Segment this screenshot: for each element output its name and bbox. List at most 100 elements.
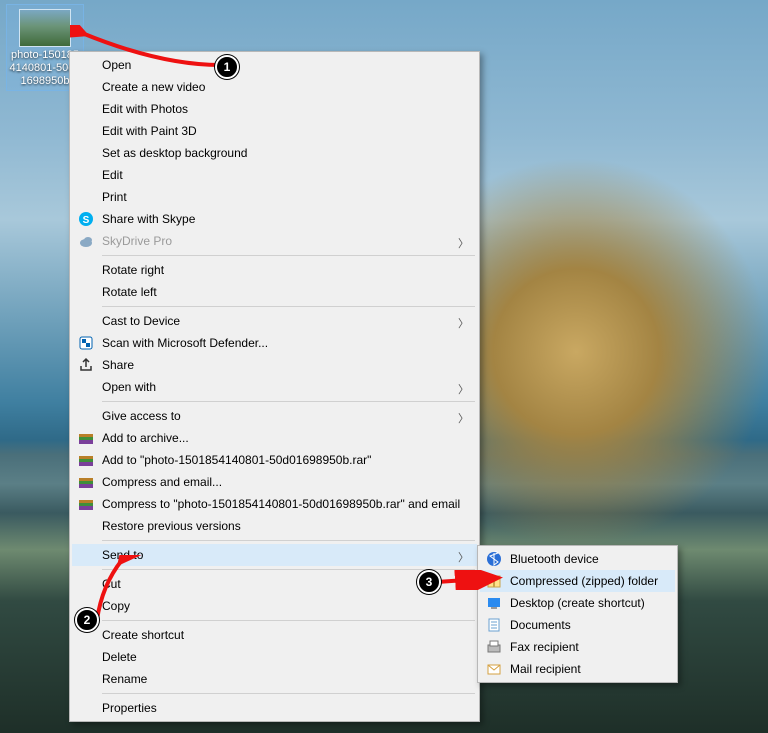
menu-cast-to-device[interactable]: Cast to Device〉 [72,310,477,332]
menu-label: Open with [102,380,455,394]
menu-label: Create shortcut [102,628,455,642]
mail-icon [486,661,502,677]
menu-separator [102,540,475,541]
defender-shield-icon [78,335,94,351]
menu-share-with-skype[interactable]: S Share with Skype [72,208,477,230]
menu-label: Create a new video [102,80,455,94]
file-thumbnail [19,9,71,47]
menu-label: Delete [102,650,455,664]
menu-label: Set as desktop background [102,146,455,160]
menu-separator [102,620,475,621]
menu-share[interactable]: Share [72,354,477,376]
sendto-bluetooth[interactable]: Bluetooth device [480,548,675,570]
menu-label: Give access to [102,409,455,423]
menu-create-shortcut[interactable]: Create shortcut [72,624,477,646]
chevron-right-icon: 〉 [458,410,469,426]
menu-label: Print [102,190,455,204]
menu-edit-with-photos[interactable]: Edit with Photos [72,98,477,120]
fax-icon [486,639,502,655]
menu-label: Edit with Paint 3D [102,124,455,138]
sendto-mail-recipient[interactable]: Mail recipient [480,658,675,680]
callout-badge-3: 3 [417,570,441,594]
menu-label: Share with Skype [102,212,455,226]
menu-label: Copy [102,599,455,613]
menu-label: Rotate left [102,285,455,299]
chevron-right-icon: 〉 [458,381,469,397]
sendto-documents[interactable]: Documents [480,614,675,636]
callout-badge-1: 1 [215,55,239,79]
menu-label: Add to archive... [102,431,455,445]
skype-icon: S [78,211,94,227]
menu-label: Send to [102,548,455,562]
menu-label: Properties [102,701,455,715]
svg-text:S: S [83,215,90,226]
send-to-submenu: Bluetooth device Compressed (zipped) fol… [477,545,678,683]
menu-label: Edit with Photos [102,102,455,116]
menu-separator [102,693,475,694]
menu-label: Compress and email... [102,475,455,489]
menu-set-desktop-background[interactable]: Set as desktop background [72,142,477,164]
menu-label: Restore previous versions [102,519,455,533]
menu-label: Edit [102,168,455,182]
menu-open-with[interactable]: Open with〉 [72,376,477,398]
menu-properties[interactable]: Properties [72,697,477,719]
menu-label: Mail recipient [510,662,653,676]
menu-label: Open [102,58,455,72]
menu-separator [102,255,475,256]
menu-separator [102,401,475,402]
share-icon [78,357,94,373]
menu-winrar-add-archive[interactable]: Add to archive... [72,427,477,449]
desktop: photo-1501854140801-50d01698950b Open Cr… [0,0,768,733]
chevron-right-icon: 〉 [458,315,469,331]
menu-rotate-right[interactable]: Rotate right [72,259,477,281]
menu-separator [102,306,475,307]
menu-label: Scan with Microsoft Defender... [102,336,455,350]
menu-give-access-to[interactable]: Give access to〉 [72,405,477,427]
menu-send-to[interactable]: Send to〉 [72,544,477,566]
menu-open[interactable]: Open [72,54,477,76]
context-menu: Open Create a new video Edit with Photos… [69,51,480,722]
menu-restore-previous-versions[interactable]: Restore previous versions [72,515,477,537]
menu-label: Compress to "photo-1501854140801-50d0169… [102,497,460,511]
menu-winrar-compress-to-named-email[interactable]: Compress to "photo-1501854140801-50d0169… [72,493,477,515]
menu-create-new-video[interactable]: Create a new video [72,76,477,98]
desktop-icon [486,595,502,611]
menu-print[interactable]: Print [72,186,477,208]
menu-rotate-left[interactable]: Rotate left [72,281,477,303]
menu-label: Documents [510,618,653,632]
menu-label: Bluetooth device [510,552,653,566]
skydrive-icon [78,233,94,249]
menu-edit-with-paint3d[interactable]: Edit with Paint 3D [72,120,477,142]
menu-separator [102,569,475,570]
menu-label: Fax recipient [510,640,653,654]
menu-copy[interactable]: Copy [72,595,477,617]
bluetooth-icon [486,551,502,567]
chevron-right-icon: 〉 [458,235,469,251]
winrar-icon [78,430,94,446]
menu-label: Add to "photo-1501854140801-50d01698950b… [102,453,455,467]
menu-winrar-add-to-named[interactable]: Add to "photo-1501854140801-50d01698950b… [72,449,477,471]
documents-icon [486,617,502,633]
sendto-compressed-zipped-folder[interactable]: Compressed (zipped) folder [480,570,675,592]
menu-rename[interactable]: Rename [72,668,477,690]
menu-label: Cast to Device [102,314,455,328]
menu-label: Cut [102,577,455,591]
menu-winrar-compress-email[interactable]: Compress and email... [72,471,477,493]
menu-delete[interactable]: Delete [72,646,477,668]
menu-edit[interactable]: Edit [72,164,477,186]
callout-badge-2: 2 [75,608,99,632]
zip-folder-icon [486,573,502,589]
winrar-icon [78,452,94,468]
sendto-fax-recipient[interactable]: Fax recipient [480,636,675,658]
sendto-desktop-shortcut[interactable]: Desktop (create shortcut) [480,592,675,614]
menu-label: Compressed (zipped) folder [510,574,658,588]
menu-label: SkyDrive Pro [102,234,455,248]
menu-label: Rotate right [102,263,455,277]
chevron-right-icon: 〉 [458,549,469,565]
menu-label: Rename [102,672,455,686]
menu-skydrive-pro[interactable]: SkyDrive Pro 〉 [72,230,477,252]
menu-label: Share [102,358,455,372]
winrar-icon [78,496,94,512]
winrar-icon [78,474,94,490]
menu-scan-defender[interactable]: Scan with Microsoft Defender... [72,332,477,354]
